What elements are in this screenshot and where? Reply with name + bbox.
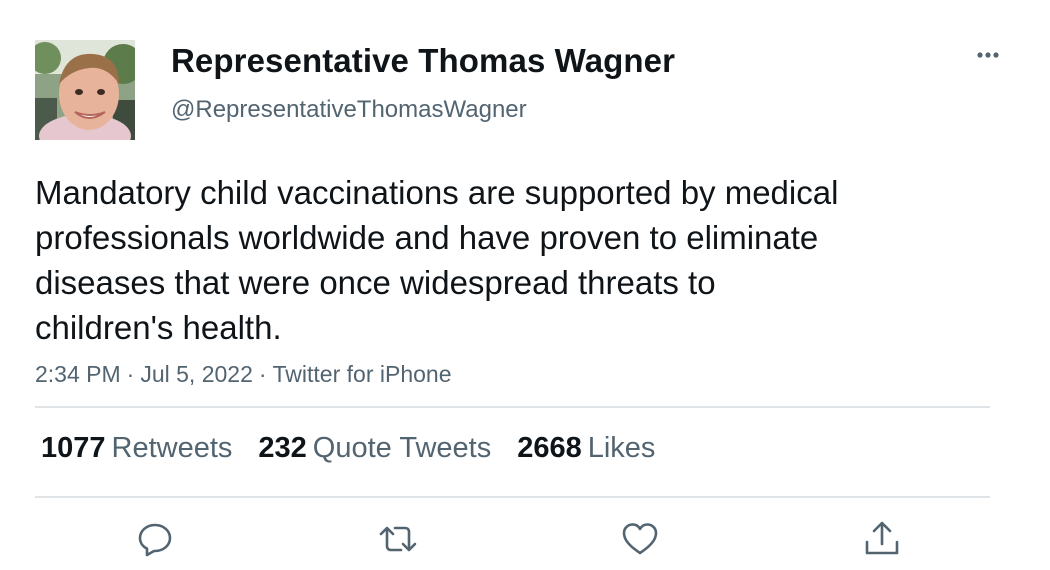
tweet-text: Mandatory child vaccinations are support… xyxy=(35,170,995,350)
quote-tweets-count: 232 xyxy=(258,432,307,464)
tweet-text-line: diseases that were once widespread threa… xyxy=(35,264,716,301)
share-icon xyxy=(865,521,899,555)
retweets-count: 1077 xyxy=(41,432,106,464)
tweet-source[interactable]: Twitter for iPhone xyxy=(273,361,452,387)
like-button[interactable] xyxy=(618,517,662,561)
retweets-stat[interactable]: 1077 Retweets xyxy=(41,432,232,465)
retweet-button[interactable] xyxy=(376,517,420,561)
quote-tweets-stat[interactable]: 232 Quote Tweets xyxy=(258,432,491,465)
likes-count: 2668 xyxy=(517,432,582,464)
tweet-time[interactable]: 2:34 PM xyxy=(35,361,121,387)
tweet-date[interactable]: Jul 5, 2022 xyxy=(140,361,253,387)
more-horizontal-icon xyxy=(977,52,999,58)
reply-button[interactable] xyxy=(133,517,177,561)
more-options-button[interactable] xyxy=(968,40,1008,70)
divider xyxy=(35,406,990,408)
avatar[interactable] xyxy=(35,40,135,140)
tweet-text-line: children's health. xyxy=(35,309,282,346)
tweet-text-line: professionals worldwide and have proven … xyxy=(35,219,819,256)
likes-label: Likes xyxy=(587,432,656,464)
author-display-name[interactable]: Representative Thomas Wagner xyxy=(171,42,675,80)
engagement-stats: 1077 Retweets 232 Quote Tweets 2668 Likes xyxy=(41,432,681,465)
meta-separator: · xyxy=(258,361,267,387)
meta-separator: · xyxy=(126,361,135,387)
tweet-text-line: Mandatory child vaccinations are support… xyxy=(35,174,839,211)
author-handle[interactable]: @RepresentativeThomasWagner xyxy=(171,96,527,124)
reply-icon xyxy=(138,523,172,557)
tweet-metadata: 2:34 PM · Jul 5, 2022 · Twitter for iPhone xyxy=(35,361,452,388)
heart-icon xyxy=(622,523,658,555)
tweet-detail: Representative Thomas Wagner @Representa… xyxy=(0,0,1050,570)
quote-tweets-label: Quote Tweets xyxy=(312,432,492,464)
retweet-icon xyxy=(379,526,417,552)
avatar-image xyxy=(35,40,135,140)
share-button[interactable] xyxy=(860,517,904,561)
divider xyxy=(35,496,990,498)
likes-stat[interactable]: 2668 Likes xyxy=(517,432,655,465)
retweets-label: Retweets xyxy=(111,432,233,464)
